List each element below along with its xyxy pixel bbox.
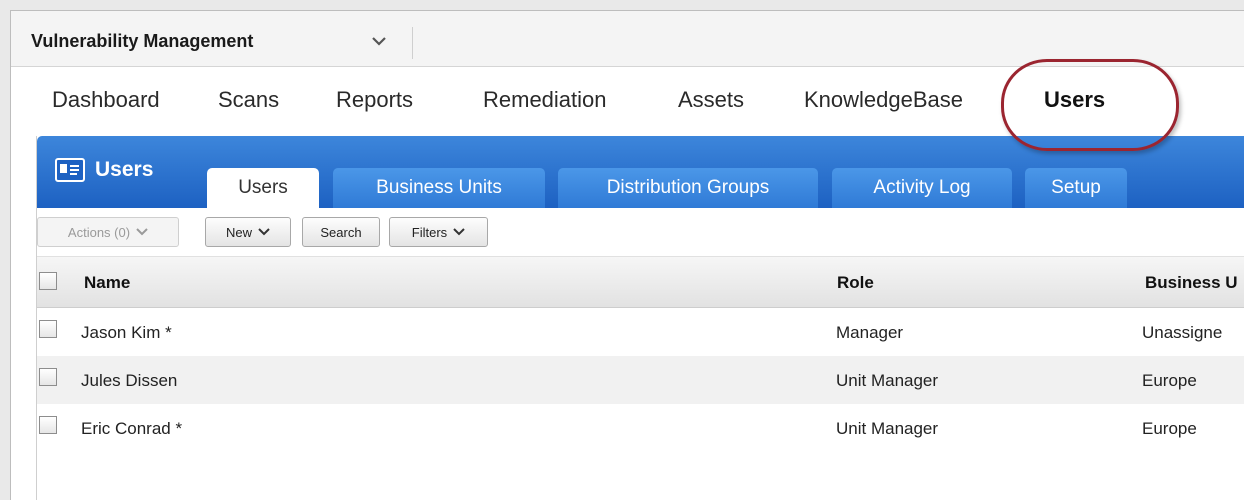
- section-label: Users: [95, 158, 154, 181]
- actions-button[interactable]: Actions (0): [37, 217, 179, 247]
- tab-distribution-groups[interactable]: Distribution Groups: [558, 168, 818, 208]
- module-title: Vulnerability Management: [31, 31, 254, 51]
- tab-business-units[interactable]: Business Units: [333, 168, 545, 208]
- search-button[interactable]: Search: [302, 217, 380, 247]
- new-button[interactable]: New: [205, 217, 291, 247]
- cell-name: Jules Dissen: [81, 371, 178, 390]
- tab-users[interactable]: Users: [207, 168, 319, 208]
- cell-role: Unit Manager: [836, 419, 939, 438]
- content-panel: Users Users Business Units Distribution …: [36, 136, 1244, 500]
- cell-role: Manager: [836, 323, 904, 342]
- new-label: New: [225, 224, 252, 240]
- cell-business-unit: Europe: [1142, 371, 1197, 390]
- search-label: Search: [320, 224, 362, 240]
- chevron-down-icon: [453, 228, 465, 236]
- column-header-business-unit[interactable]: Business U: [1145, 273, 1238, 293]
- chevron-down-icon[interactable]: [371, 35, 387, 47]
- filters-button[interactable]: Filters: [389, 217, 488, 247]
- toolbar: Actions (0) New Search Filters: [37, 208, 1244, 257]
- nav-item-knowledgebase[interactable]: KnowledgeBase: [804, 87, 963, 113]
- cell-name: Eric Conrad *: [81, 419, 183, 438]
- app-window: Vulnerability Management Dashboard Scans…: [10, 10, 1244, 500]
- chevron-down-icon: [136, 228, 148, 236]
- user-card-icon: [55, 158, 85, 182]
- chevron-down-icon: [258, 228, 270, 236]
- actions-label: Actions (0): [67, 224, 131, 240]
- select-all-checkbox[interactable]: [39, 272, 57, 290]
- cell-name: Jason Kim *: [81, 323, 172, 342]
- column-header-name[interactable]: Name: [84, 273, 130, 293]
- highlight-annotation: [1001, 59, 1179, 151]
- filters-label: Filters: [411, 224, 448, 240]
- tab-setup[interactable]: Setup: [1025, 168, 1127, 208]
- table-header: Name Role Business U: [37, 257, 1244, 308]
- tab-activity-log[interactable]: Activity Log: [832, 168, 1012, 208]
- nav-item-dashboard[interactable]: Dashboard: [52, 87, 160, 113]
- row-checkbox[interactable]: [39, 320, 57, 338]
- row-checkbox[interactable]: [39, 368, 57, 386]
- cell-role: Unit Manager: [836, 371, 939, 390]
- nav-item-scans[interactable]: Scans: [218, 87, 279, 113]
- column-header-role[interactable]: Role: [837, 273, 874, 293]
- cell-business-unit: Europe: [1142, 419, 1197, 438]
- row-checkbox[interactable]: [39, 416, 57, 434]
- table-row[interactable]: Jason Kim * Manager Unassigne: [37, 308, 1244, 356]
- module-divider: [412, 27, 413, 59]
- nav-item-assets[interactable]: Assets: [678, 87, 744, 113]
- nav-item-reports[interactable]: Reports: [336, 87, 413, 113]
- cell-business-unit: Unassigne: [1142, 323, 1223, 342]
- table-row[interactable]: Eric Conrad * Unit Manager Europe: [37, 404, 1244, 452]
- section-title: Users: [55, 158, 153, 182]
- nav-item-remediation[interactable]: Remediation: [483, 87, 607, 113]
- table-row[interactable]: Jules Dissen Unit Manager Europe: [37, 356, 1244, 404]
